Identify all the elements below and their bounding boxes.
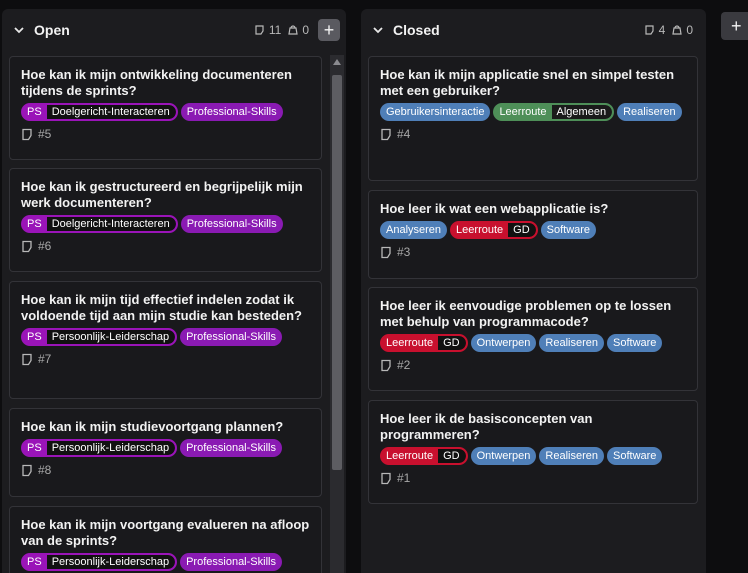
board-column-closed: Closed 4 0 Hoe kan ik mijn applicatie sn… (361, 9, 706, 573)
column-scrollbar[interactable] (330, 55, 344, 573)
scroll-thumb[interactable] (332, 75, 342, 470)
issue-card[interactable]: Hoe leer ik de basisconcepten van progra… (368, 400, 698, 504)
column-stats: 11 0 + (254, 19, 340, 41)
column-header: Closed 4 0 (361, 9, 706, 51)
card-labels: Leerroute GD Ontwerpen Realiseren Softwar… (380, 447, 686, 465)
issue-ref: #8 (21, 463, 310, 477)
issue-card[interactable]: Hoe leer ik wat een webapplicatie is? An… (368, 190, 698, 279)
scoped-label[interactable]: PS Persoonlijk-Leiderschap (21, 553, 178, 571)
label-software[interactable]: Software (607, 334, 663, 352)
scroll-up-arrow[interactable] (333, 59, 341, 65)
scoped-label[interactable]: PS Persoonlijk-Leiderschap (21, 439, 178, 457)
weight-count: 0 (671, 23, 693, 37)
label-ontwerpen[interactable]: Ontwerpen (470, 447, 537, 465)
scoped-label[interactable]: PS Doelgericht-Interacteren (21, 103, 178, 121)
card-labels: PS Doelgericht-Interacteren Professional-… (21, 103, 310, 121)
issue-ref: #6 (21, 239, 310, 253)
issue-card[interactable]: Hoe kan ik mijn ontwikkeling documentere… (9, 56, 322, 160)
column-title: Open (34, 22, 70, 38)
label-professional-skills[interactable]: Professional-Skills (180, 328, 282, 346)
weight-count: 0 (287, 23, 309, 37)
weight-icon (288, 25, 299, 35)
label-realiseren[interactable]: Realiseren (617, 103, 682, 121)
label-realiseren[interactable]: Realiseren (539, 334, 604, 352)
issue-card[interactable]: Hoe kan ik mijn studievoortgang plannen?… (9, 408, 322, 497)
card-labels: Leerroute GD Ontwerpen Realiseren Softwar… (380, 334, 686, 352)
board-column-open: Open 11 0 + Hoe kan ik mijn ontwikkeling… (2, 9, 346, 573)
card-title[interactable]: Hoe kan ik mijn applicatie snel en simpe… (380, 67, 686, 99)
column-stats: 4 0 (644, 23, 696, 37)
issue-card-icon (22, 353, 32, 365)
card-labels: PS Persoonlijk-Leiderschap Professional-S… (21, 328, 310, 346)
label-professional-skills[interactable]: Professional-Skills (180, 215, 283, 233)
label-professional-skills[interactable]: Professional-Skills (180, 439, 282, 457)
label-professional-skills[interactable]: Professional-Skills (180, 553, 282, 571)
column-header: Open 11 0 + (2, 9, 346, 51)
issue-card-icon (22, 128, 32, 140)
issue-card[interactable]: Hoe leer ik eenvoudige problemen op te l… (368, 287, 698, 391)
chevron-down-icon[interactable] (371, 23, 385, 37)
column-title: Closed (393, 22, 440, 38)
issue-card-icon (381, 128, 391, 140)
issue-ref: #3 (380, 245, 686, 259)
card-title[interactable]: Hoe leer ik wat een webapplicatie is? (380, 201, 686, 217)
scoped-label-leerroute[interactable]: Leerroute Algemeen (493, 103, 615, 121)
issue-card-icon (22, 464, 32, 476)
issue-card[interactable]: Hoe kan ik mijn voortgang evalueren na a… (9, 506, 322, 573)
card-title[interactable]: Hoe kan ik mijn studievoortgang plannen? (21, 419, 310, 435)
issue-count: 4 (644, 23, 665, 37)
label-software[interactable]: Software (540, 221, 597, 239)
label-ontwerpen[interactable]: Ontwerpen (470, 334, 537, 352)
card-title[interactable]: Hoe kan ik mijn ontwikkeling documentere… (21, 67, 310, 99)
chevron-down-icon[interactable] (12, 23, 26, 37)
scoped-label-leerroute[interactable]: Leerroute GD (380, 447, 468, 465)
issue-card-icon (381, 246, 391, 258)
issue-card[interactable]: Hoe kan ik mijn applicatie snel en simpe… (368, 56, 698, 181)
issue-ref: #4 (380, 127, 686, 141)
issue-ref: #7 (21, 352, 310, 366)
issue-card-icon (381, 472, 391, 484)
label-professional-skills[interactable]: Professional-Skills (180, 103, 283, 121)
card-title[interactable]: Hoe leer ik de basisconcepten van progra… (380, 411, 686, 443)
scoped-label-leerroute[interactable]: Leerroute GD (380, 334, 468, 352)
card-title[interactable]: Hoe leer ik eenvoudige problemen op te l… (380, 298, 686, 330)
issue-ref: #1 (380, 471, 686, 485)
scoped-label-leerroute[interactable]: Leerroute GD (450, 221, 538, 239)
card-title[interactable]: Hoe kan ik mijn tijd effectief indelen z… (21, 292, 310, 324)
card-labels: PS Persoonlijk-Leiderschap Professional-S… (21, 553, 310, 571)
issue-ref: #5 (21, 127, 310, 141)
label-analyseren[interactable]: Analyseren (380, 221, 448, 239)
issue-ref: #2 (380, 358, 686, 372)
issue-card[interactable]: Hoe kan ik mijn tijd effectief indelen z… (9, 281, 322, 399)
scoped-label[interactable]: PS Persoonlijk-Leiderschap (21, 328, 178, 346)
issue-count: 11 (254, 23, 281, 37)
card-title[interactable]: Hoe kan ik mijn voortgang evalueren na a… (21, 517, 310, 549)
issue-card-icon (381, 359, 391, 371)
issue-card[interactable]: Hoe kan ik gestructureerd en begrijpelij… (9, 168, 322, 272)
new-list-button[interactable]: + (721, 12, 748, 40)
card-labels: Analyseren Leerroute GD Software (380, 221, 686, 239)
card-labels: PS Doelgericht-Interacteren Professional-… (21, 215, 310, 233)
issue-card-icon (22, 240, 32, 252)
scoped-label[interactable]: PS Doelgericht-Interacteren (21, 215, 178, 233)
issue-icon (255, 25, 264, 35)
card-title[interactable]: Hoe kan ik gestructureerd en begrijpelij… (21, 179, 310, 211)
add-issue-button[interactable]: + (318, 19, 340, 41)
issue-icon (645, 25, 654, 35)
card-labels: Gebruikersinteractie Leerroute Algemeen R… (380, 103, 686, 121)
label-gebruikersinteractie[interactable]: Gebruikersinteractie (380, 103, 491, 121)
label-software[interactable]: Software (607, 447, 663, 465)
card-labels: PS Persoonlijk-Leiderschap Professional-S… (21, 439, 310, 457)
label-realiseren[interactable]: Realiseren (539, 447, 604, 465)
weight-icon (672, 25, 683, 35)
